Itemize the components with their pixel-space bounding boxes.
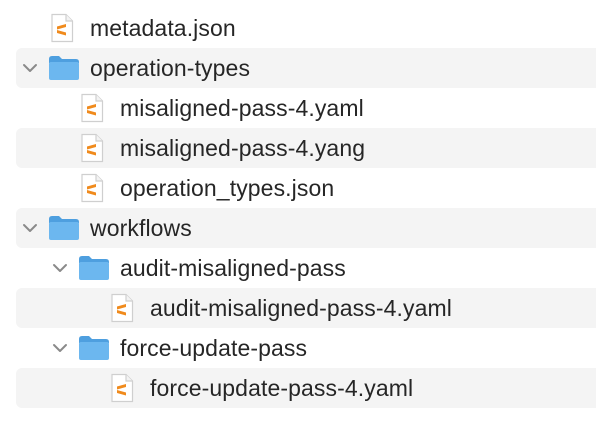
tree-row-workflows[interactable]: workflows bbox=[16, 208, 596, 248]
tree-row-label: metadata.json bbox=[90, 15, 236, 41]
tree-row-operation-types[interactable]: operation-types bbox=[16, 48, 596, 88]
tree-row-label: audit-misaligned-pass bbox=[120, 255, 346, 281]
chevron-down-icon[interactable] bbox=[22, 220, 38, 236]
tree-row-operation-types-json[interactable]: operation_types.json bbox=[16, 168, 596, 208]
tree-row-force-update-pass-4-yaml[interactable]: force-update-pass-4.yaml bbox=[16, 368, 596, 408]
tree-row-label: misaligned-pass-4.yang bbox=[120, 135, 366, 161]
tree-row-metadata-json[interactable]: metadata.json bbox=[16, 8, 596, 48]
sublime-file-icon bbox=[80, 93, 104, 128]
folder-icon bbox=[48, 215, 80, 246]
file-tree: metadata.json operation-types misaligned… bbox=[0, 0, 596, 430]
sublime-file-icon bbox=[110, 293, 134, 328]
tree-row-label: force-update-pass bbox=[120, 335, 308, 361]
tree-row-misaligned-pass-4-yang[interactable]: misaligned-pass-4.yang bbox=[16, 128, 596, 168]
tree-row-label: workflows bbox=[90, 215, 192, 241]
tree-row-audit-misaligned-pass-4-yaml[interactable]: audit-misaligned-pass-4.yaml bbox=[16, 288, 596, 328]
tree-row-label: audit-misaligned-pass-4.yaml bbox=[150, 295, 452, 321]
tree-row-force-update-pass[interactable]: force-update-pass bbox=[16, 328, 596, 368]
folder-icon bbox=[78, 335, 110, 366]
folder-icon bbox=[78, 255, 110, 286]
tree-row-label: operation-types bbox=[90, 55, 251, 81]
tree-row-audit-misaligned-pass[interactable]: audit-misaligned-pass bbox=[16, 248, 596, 288]
tree-row-misaligned-pass-4-yaml[interactable]: misaligned-pass-4.yaml bbox=[16, 88, 596, 128]
sublime-file-icon bbox=[80, 173, 104, 208]
tree-row-label: misaligned-pass-4.yaml bbox=[120, 95, 364, 121]
sublime-file-icon bbox=[110, 373, 134, 408]
folder-icon bbox=[48, 55, 80, 86]
chevron-down-icon[interactable] bbox=[22, 60, 38, 76]
chevron-down-icon[interactable] bbox=[52, 340, 68, 356]
sublime-file-icon bbox=[50, 13, 74, 48]
tree-row-label: operation_types.json bbox=[120, 175, 335, 201]
sublime-file-icon bbox=[80, 133, 104, 168]
tree-row-label: force-update-pass-4.yaml bbox=[150, 375, 414, 401]
chevron-down-icon[interactable] bbox=[52, 260, 68, 276]
